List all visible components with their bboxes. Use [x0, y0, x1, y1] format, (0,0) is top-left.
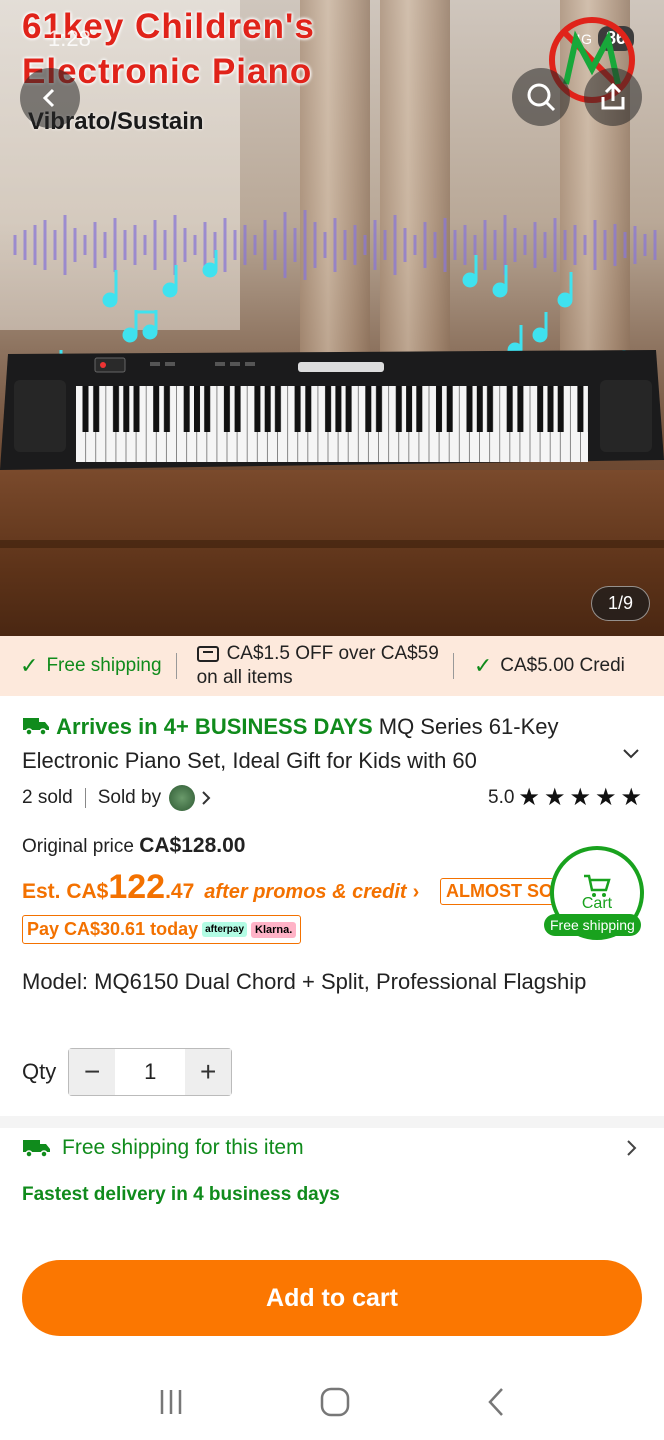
promos-credit-link[interactable]: after promos & credit [204, 881, 406, 904]
back-nav-icon[interactable] [484, 1386, 508, 1418]
chevron-down-icon[interactable] [620, 742, 642, 764]
arrives-label: Arrives in 4+ BUSINESS DAYS [56, 714, 373, 739]
keyboard-product-image [0, 350, 664, 470]
add-to-cart-button[interactable]: Add to cart [22, 1260, 642, 1336]
section-divider [0, 1116, 664, 1128]
product-page: 61key Children's Electronic Piano Vibrat… [0, 0, 664, 1440]
floating-cart-button[interactable]: Cart Free shipping [544, 846, 644, 944]
star-icon: ★ [543, 784, 566, 811]
quantity-stepper: − 1 + [68, 1048, 233, 1096]
delivery-truck-icon [23, 718, 49, 736]
product-title-block[interactable]: Arrives in 4+ BUSINESS DAYS MQ Series 61… [22, 710, 622, 778]
share-icon [601, 82, 625, 110]
qty-label: Qty [22, 1059, 57, 1084]
decrement-button[interactable]: − [69, 1049, 116, 1095]
check-icon: ✓ [20, 653, 39, 678]
star-icon: ★ [594, 784, 617, 811]
pay-today-badge[interactable]: Pay CA$30.61 today afterpay Klarna. [22, 915, 302, 944]
back-button[interactable] [20, 68, 80, 128]
star-icon: ★ [518, 784, 540, 811]
sold-row: 2 sold Sold by 5.0 ★ ★ ★ ★ ★ [22, 784, 642, 812]
chevron-right-icon [627, 1140, 637, 1156]
status-time: 1:28 [48, 26, 91, 51]
promo-credit: ✓ CA$5.00 Credi [473, 653, 625, 678]
recent-apps-icon[interactable] [156, 1388, 186, 1416]
rating[interactable]: 5.0 ★ ★ ★ ★ ★ [488, 784, 642, 811]
coupon-icon [196, 646, 219, 662]
sold-count: 2 sold [22, 787, 73, 808]
delivery-truck-icon [23, 1140, 50, 1158]
chevron-right-icon: › [412, 881, 420, 903]
search-button[interactable] [512, 68, 570, 126]
quantity-value[interactable]: 1 [115, 1049, 186, 1095]
share-button[interactable] [584, 68, 642, 126]
increment-button[interactable]: + [185, 1049, 232, 1095]
cart-label: Cart [581, 895, 613, 912]
model-selector[interactable]: Model: MQ6150 Dual Chord + Split, Profes… [22, 968, 622, 996]
image-counter-badge: 1/9 [590, 586, 650, 621]
promo-free-shipping: ✓ Free shipping [20, 653, 162, 678]
chevron-left-icon [42, 88, 55, 108]
chevron-right-icon[interactable] [199, 790, 213, 806]
promo-strip[interactable]: ✓ Free shipping CA$1.5 OFF over CA$59 on… [0, 636, 664, 696]
shipping-title: Free shipping for this item [62, 1136, 304, 1159]
rating-value: 5.0 [488, 787, 515, 808]
search-icon [527, 83, 556, 112]
shipping-info-row[interactable]: Free shipping for this item [22, 1136, 642, 1160]
afterpay-logo: afterpay [202, 922, 247, 937]
almost-sold-out-badge: ALMOST SOLD OUT [440, 878, 554, 905]
cart-free-shipping-badge: Free shipping [544, 914, 641, 936]
product-image-carousel[interactable]: 61key Children's Electronic Piano Vibrat… [0, 0, 664, 636]
home-icon[interactable] [319, 1386, 351, 1418]
seller-avatar[interactable] [169, 785, 196, 811]
system-nav-bar [0, 1364, 664, 1440]
star-icon: ★ [620, 784, 642, 811]
quantity-row: Qty − 1 + [22, 1048, 664, 1096]
klarna-logo: Klarna. [251, 921, 297, 938]
promo-coupon: CA$1.5 OFF over CA$59 on all items [196, 643, 439, 688]
check-icon: ✓ [473, 653, 493, 678]
fastest-delivery-text: Fastest delivery in 4 business days [22, 1184, 340, 1205]
sold-by-label[interactable]: Sold by [98, 787, 161, 809]
star-icon: ★ [569, 784, 591, 811]
